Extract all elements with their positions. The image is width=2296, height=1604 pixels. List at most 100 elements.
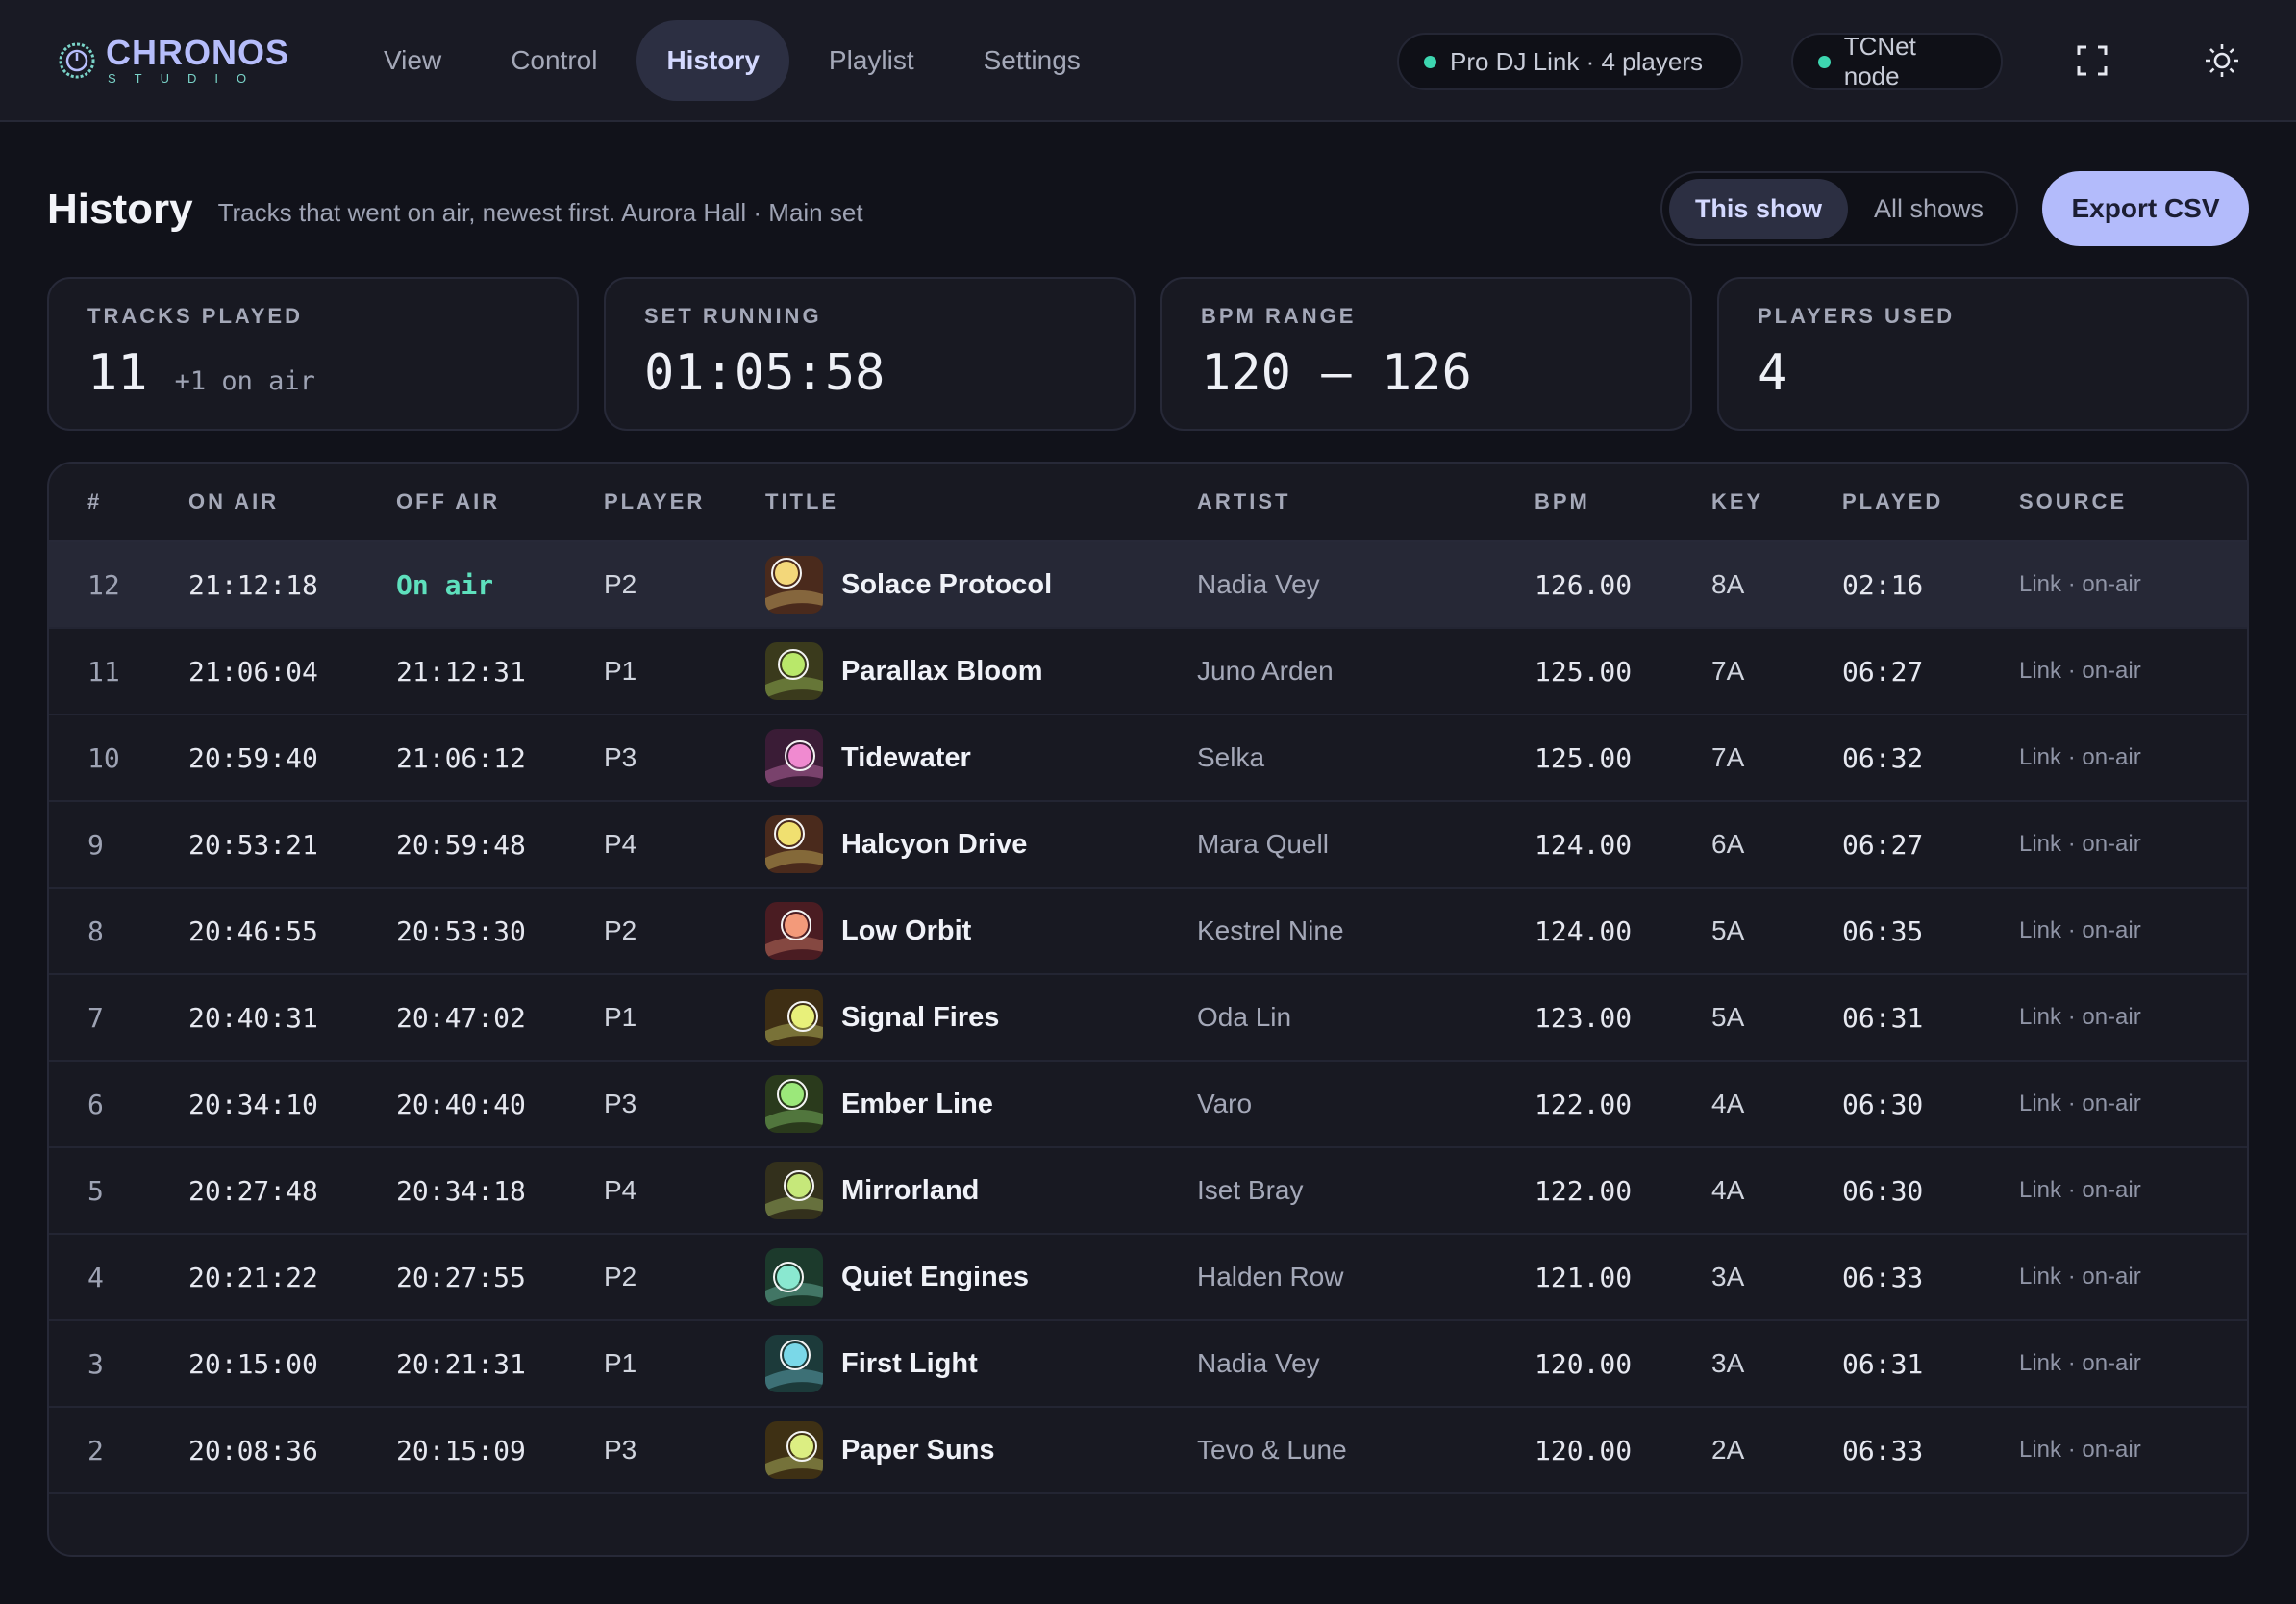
key-value: 3A [1711,1348,1745,1378]
set-running-card: SET RUNNING 01:05:58 [604,277,1136,431]
bpm-value: 122.00 [1535,1174,1633,1207]
tab-history[interactable]: History [636,19,789,101]
off-air-time: 20:15:09 [396,1434,526,1466]
tab-settings[interactable]: Settings [954,20,1111,101]
row-number: 5 [87,1174,104,1207]
title-cell: Signal Fires [765,989,1197,1046]
theme-toggle-button[interactable] [2200,38,2244,83]
stat-label: TRACKS PLAYED [87,304,303,328]
artist-name: Selka [1197,742,1265,772]
track-title: Paper Suns [841,1434,995,1466]
album-art-icon [765,729,823,787]
table-row[interactable]: 12 21:12:18 On air P2 Solace Protocol Nadia V… [49,542,2247,629]
tab-view[interactable]: View [354,20,471,101]
row-number: 9 [87,828,104,861]
album-art-icon [765,1162,823,1219]
col-artist[interactable]: ARTIST [1197,489,1535,514]
title-cell: Paper Suns [765,1421,1197,1479]
album-art-icon [765,902,823,960]
all-shows-button[interactable]: All shows [1848,179,2009,239]
played-duration: 06:33 [1842,1434,1924,1466]
played-duration: 06:30 [1842,1174,1924,1207]
status-dot-icon [1424,55,1436,68]
top-bar: CHRONOS STUDIO View Control History Play… [0,0,2296,122]
col-off-air[interactable]: OFF AIR [396,489,604,514]
table-row[interactable]: 8 20:46:55 20:53:30 P2 Low Orbit Kestrel Nine… [49,889,2247,975]
this-show-button[interactable]: This show [1668,178,1848,239]
artist-name: Mara Quell [1197,829,1329,859]
key-value: 5A [1711,915,1745,945]
tab-control[interactable]: Control [481,20,627,101]
off-air-time: 20:21:31 [396,1347,526,1380]
table-row[interactable]: 7 20:40:31 20:47:02 P1 Signal Fires Oda Lin 12… [49,975,2247,1062]
table-row[interactable]: 11 21:06:04 21:12:31 P1 Parallax Bloom Juno A… [49,629,2247,715]
bpm-value: 125.00 [1535,655,1633,688]
brand[interactable]: CHRONOS STUDIO [56,36,344,85]
col-player[interactable]: PLAYER [604,489,765,514]
tracks-played-value: 11 +1 on air [87,344,538,402]
played-duration: 06:35 [1842,915,1924,947]
table-row[interactable]: 4 20:21:22 20:27:55 P2 Quiet Engines Halden R… [49,1235,2247,1321]
bpm-value: 120.00 [1535,1347,1633,1380]
pro-dj-link-status[interactable]: Pro DJ Link · 4 players [1397,33,1743,90]
player-id: P2 [604,569,637,599]
col-played[interactable]: PLAYED [1842,489,2019,514]
status-link-left: Pro DJ Link · [1450,46,1595,76]
tracks-played-card: TRACKS PLAYED 11 +1 on air [47,277,579,431]
title-cell: Ember Line [765,1075,1197,1133]
player-id: P3 [604,1089,637,1118]
source-label: Link · on-air [2019,1350,2141,1376]
row-number: 6 [87,1088,104,1120]
col-source[interactable]: SOURCE [2019,489,2247,514]
table-row[interactable]: 9 20:53:21 20:59:48 P4 Halcyon Drive Mara Que… [49,802,2247,889]
row-number: 11 [87,655,120,688]
col-key[interactable]: KEY [1711,489,1842,514]
title-cell: Mirrorland [765,1162,1197,1219]
on-air-time: 20:53:21 [188,828,318,861]
title-cell: Quiet Engines [765,1248,1197,1306]
status-tcnet-text: TCNet node [1843,32,1916,90]
table-row[interactable]: 10 20:59:40 21:06:12 P3 Tidewater Selka 125.00… [49,715,2247,802]
on-air-time: 21:06:04 [188,655,318,688]
artist-name: Varo [1197,1089,1253,1118]
off-air-time: 21:12:31 [396,655,526,688]
source-label: Link · on-air [2019,1177,2141,1203]
table-row[interactable]: 6 20:34:10 20:40:40 P3 Ember Line Varo 122.00 4… [49,1062,2247,1148]
off-air-time: 20:53:30 [396,915,526,947]
row-number: 7 [87,1001,104,1034]
source-label: Link · on-air [2019,1264,2141,1290]
col-on-air[interactable]: ON AIR [188,489,396,514]
tab-playlist[interactable]: Playlist [799,20,944,101]
bpm-value: 126.00 [1535,568,1633,601]
tcnet-status[interactable]: TCNet node [1791,32,2003,90]
col-title[interactable]: TITLE [765,489,1197,514]
col-bpm[interactable]: BPM [1535,489,1711,514]
col-num[interactable]: # [49,489,188,514]
off-air-time: 21:06:12 [396,741,526,774]
export-csv-button[interactable]: Export CSV [2042,171,2249,246]
bpm-value: 121.00 [1535,1261,1633,1293]
key-value: 4A [1711,1175,1745,1205]
page-subtitle: Tracks that went on air, newest first. A… [217,197,863,227]
album-art-icon [765,989,823,1046]
fullscreen-icon [2077,45,2108,76]
status-dot-icon [1818,55,1831,68]
artist-name: Halden Row [1197,1262,1344,1291]
title-cell: Halcyon Drive [765,815,1197,873]
table-row[interactable]: 5 20:27:48 20:34:18 P4 Mirrorland Iset Bray 12… [49,1148,2247,1235]
artist-name: Kestrel Nine [1197,915,1344,945]
track-title: Parallax Bloom [841,655,1043,687]
track-title: Tidewater [841,741,971,773]
fullscreen-button[interactable] [2070,38,2114,83]
player-id: P1 [604,1002,637,1032]
key-value: 6A [1711,829,1745,859]
source-label: Link · on-air [2019,917,2141,943]
player-id: P2 [604,1262,637,1291]
tracks-played-count: 11 [87,344,148,402]
key-value: 4A [1711,1089,1745,1118]
row-number: 10 [87,741,120,774]
table-row[interactable]: 2 20:08:36 20:15:09 P3 Paper Suns Tevo & Lune… [49,1408,2247,1494]
set-running-value: 01:05:58 [644,344,886,402]
off-air-time: 20:59:48 [396,828,526,861]
table-row[interactable]: 3 20:15:00 20:21:31 P1 First Light Nadia Vey 1… [49,1321,2247,1408]
